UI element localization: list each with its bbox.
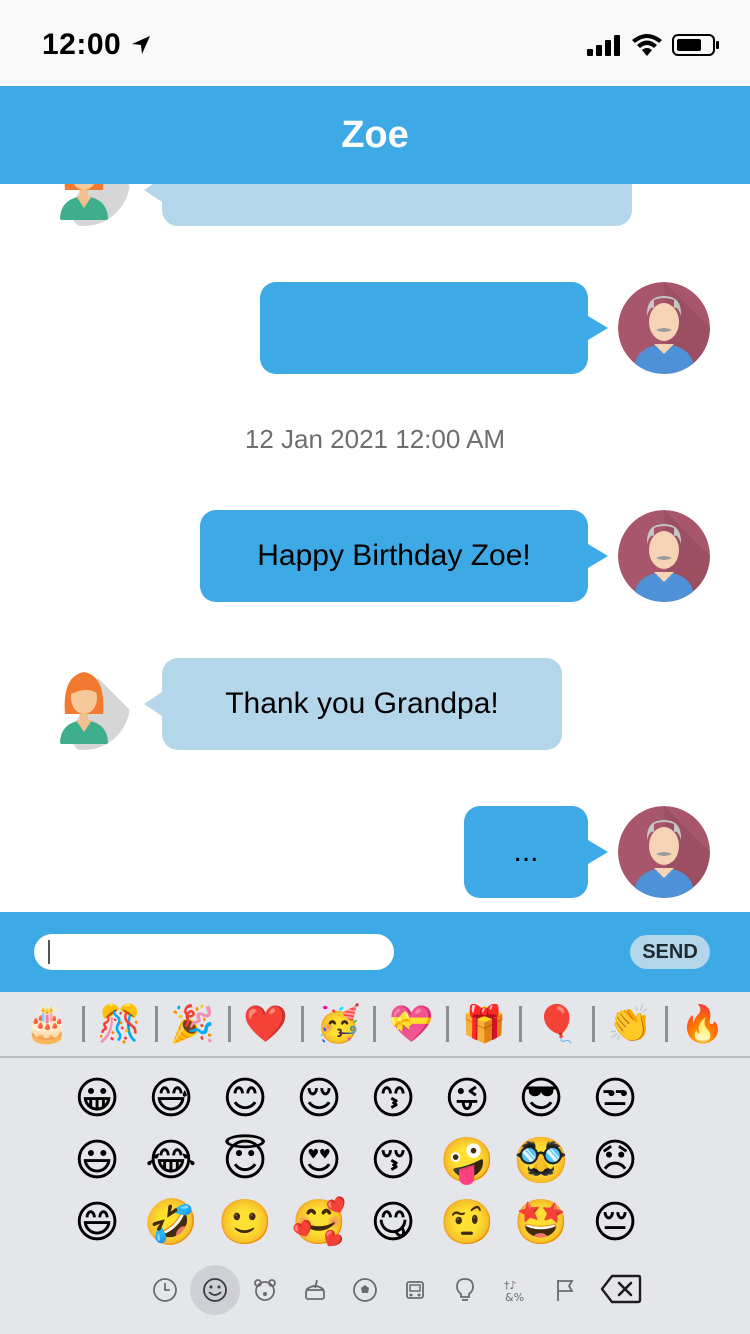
emoji-key[interactable]: 😊 [208, 1068, 282, 1130]
separator [81, 1006, 85, 1042]
grandpa-avatar [618, 510, 710, 602]
suggested-emoji[interactable]: 🔥 [676, 991, 730, 1057]
emoji-key[interactable]: 🥰 [282, 1192, 356, 1254]
suggested-emoji[interactable]: ❤️ [239, 991, 293, 1057]
suggested-emoji[interactable]: 🎈 [530, 991, 584, 1057]
grandpa-avatar [618, 806, 710, 898]
message-text: Happy Birthday Zoe! [257, 539, 531, 572]
separator [154, 1006, 158, 1042]
emoji-key[interactable]: 😌 [282, 1068, 356, 1130]
emoji-grid: 😀 😅 😊 😌 😙 😜 😎 😒 😃 😂 😇 😍 😚 🤪 🥸 😞 😄 🤣 🙂 🥰 … [60, 1068, 690, 1254]
status-bar: 12:00 [0, 0, 750, 86]
emoji-key[interactable]: 😀 [60, 1068, 134, 1130]
received-message[interactable]: Thank you Grandpa! [144, 658, 562, 750]
emoji-key[interactable]: 😃 [60, 1130, 134, 1192]
emoji-key[interactable]: 😎 [504, 1068, 578, 1130]
recent-icon[interactable] [140, 1265, 190, 1315]
separator [519, 1006, 523, 1042]
sent-message[interactable] [260, 282, 608, 374]
emoji-key[interactable]: 😚 [356, 1130, 430, 1192]
grandpa-avatar [618, 282, 710, 374]
emoji-key[interactable]: 😇 [208, 1130, 282, 1192]
emoji-key[interactable]: 😅 [134, 1068, 208, 1130]
animals-icon[interactable] [240, 1265, 290, 1315]
location-arrow-icon [132, 36, 150, 54]
backspace-icon[interactable] [600, 1274, 642, 1304]
timestamp: 12 Jan 2021 12:00 AM [244, 424, 506, 454]
suggested-emoji[interactable]: 🎊 [93, 991, 147, 1057]
suggested-emoji[interactable]: 🎉 [166, 991, 220, 1057]
emoji-key[interactable]: 🤨 [430, 1192, 504, 1254]
travel-icon[interactable] [390, 1265, 440, 1315]
svg-text:&%: &% [505, 1291, 524, 1304]
food-icon[interactable] [290, 1265, 340, 1315]
status-time: 12:00 [42, 28, 122, 61]
smileys-icon[interactable] [190, 1265, 240, 1315]
activity-icon[interactable] [340, 1265, 390, 1315]
emoji-key[interactable]: 😞 [578, 1130, 652, 1192]
text-caret [48, 940, 50, 964]
emoji-key[interactable]: 😂 [134, 1130, 208, 1192]
separator [664, 1006, 668, 1042]
emoji-key[interactable]: 🤪 [430, 1130, 504, 1192]
contact-name: Zoe [341, 114, 409, 156]
suggested-emoji[interactable]: 🎁 [457, 991, 511, 1057]
suggested-emoji[interactable]: 👏 [603, 991, 657, 1057]
flags-icon[interactable] [540, 1265, 590, 1315]
zoe-avatar [38, 184, 130, 226]
emoji-category-bar: †♪ &% [140, 1264, 660, 1316]
emoji-key[interactable]: 🙂 [208, 1192, 282, 1254]
suggested-emoji[interactable]: 💝 [384, 991, 438, 1057]
message-input[interactable] [34, 934, 394, 970]
separator [300, 1006, 304, 1042]
received-message[interactable] [144, 184, 632, 226]
separator [373, 1006, 377, 1042]
emoji-key[interactable]: 🤣 [134, 1192, 208, 1254]
sent-message[interactable]: Happy Birthday Zoe! [200, 510, 608, 602]
symbols-icon[interactable]: †♪ &% [490, 1265, 540, 1315]
sent-message[interactable]: ... [464, 806, 608, 898]
separator [446, 1006, 450, 1042]
emoji-key[interactable]: 😋 [356, 1192, 430, 1254]
emoji-key[interactable]: 🤩 [504, 1192, 578, 1254]
emoji-key[interactable]: 😒 [578, 1068, 652, 1130]
emoji-key[interactable]: 😙 [356, 1068, 430, 1130]
emoji-key[interactable]: 😍 [282, 1130, 356, 1192]
signal-icon [587, 35, 620, 56]
separator [592, 1006, 596, 1042]
battery-icon [672, 34, 719, 56]
suggested-emoji[interactable]: 🎂 [20, 991, 74, 1057]
emoji-key[interactable]: 😄 [60, 1192, 134, 1254]
chat-header: Zoe [0, 86, 750, 184]
zoe-avatar [38, 658, 130, 750]
send-button[interactable]: SEND [630, 935, 710, 969]
separator [227, 1006, 231, 1042]
emoji-suggestion-bar: 🎂 🎊 🎉 ❤️ 🥳 💝 🎁 🎈 👏 🔥 [0, 992, 750, 1058]
message-text: Thank you Grandpa! [225, 687, 499, 720]
emoji-key[interactable]: 🥸 [504, 1130, 578, 1192]
wifi-icon [632, 34, 662, 56]
message-list[interactable]: 12 Jan 2021 12:00 AM Happy Birthday Zoe! [0, 184, 750, 912]
suggested-emoji[interactable]: 🥳 [311, 991, 365, 1057]
message-text: ... [513, 835, 539, 868]
objects-icon[interactable] [440, 1265, 490, 1315]
emoji-key[interactable]: 😔 [578, 1192, 652, 1254]
emoji-key[interactable]: 😜 [430, 1068, 504, 1130]
